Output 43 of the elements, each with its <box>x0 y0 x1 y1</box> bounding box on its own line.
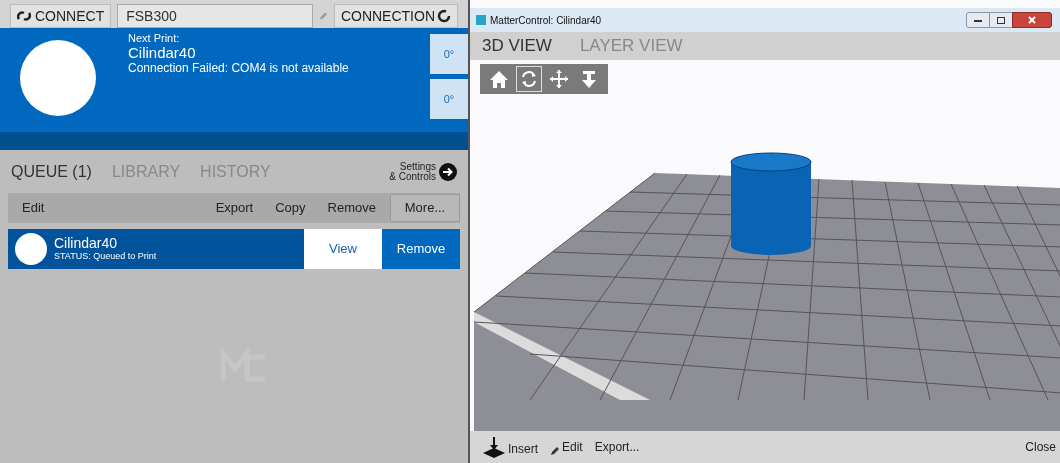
view-tool-button[interactable] <box>516 66 542 92</box>
bottom-bar-button[interactable]: Edit <box>550 438 583 456</box>
pencil-icon <box>550 446 560 456</box>
toolbar-button[interactable]: Copy <box>275 198 306 218</box>
queue-item-row[interactable]: Cilindar40 STATUS: Queued to Print View Remove <box>8 229 460 269</box>
minimize-icon <box>974 18 982 22</box>
bottom-bar-button[interactable]: Insert <box>482 436 538 458</box>
settings-controls-button[interactable]: Settings & Controls <box>389 161 457 182</box>
close-text-button[interactable]: Close <box>1025 438 1056 456</box>
tab[interactable]: QUEUE (1) <box>11 159 92 184</box>
toolbar-button[interactable]: Export <box>215 198 254 218</box>
next-print-label: Next Print: <box>128 32 181 44</box>
close-icon <box>1028 16 1036 24</box>
print-name: Cilindar40 <box>128 44 197 61</box>
item-name: Cilindar40 <box>54 236 119 251</box>
connection-message: Connection Failed: COM4 is not available <box>128 61 349 75</box>
rotate-icon <box>519 69 539 89</box>
move-icon <box>549 69 569 89</box>
item-action-button[interactable]: View <box>304 229 382 269</box>
window-title: MatterControl: Cilindar40 <box>490 13 602 28</box>
printer-field[interactable]: FSB300 <box>117 4 314 28</box>
link-icon <box>17 10 31 22</box>
temperature-readout: 0° <box>430 79 468 119</box>
item-status: STATUS: Queued to Print <box>54 251 157 262</box>
home-icon <box>489 69 509 89</box>
close-button[interactable] <box>1012 12 1052 28</box>
tab[interactable]: 3D VIEW <box>482 33 552 59</box>
arrow-down-icon <box>579 69 599 89</box>
temperature-readout: 0° <box>430 34 468 74</box>
connect-button[interactable]: CONNECT <box>10 4 112 28</box>
app-icon <box>476 15 486 25</box>
minimize-button[interactable] <box>966 12 990 28</box>
bottom-bar-button[interactable]: Export... <box>594 438 640 456</box>
arrow-right-icon <box>439 162 457 181</box>
more-button[interactable]: More... <box>390 194 460 222</box>
item-action-button[interactable]: Remove <box>382 229 460 269</box>
maximize-button[interactable] <box>990 12 1012 28</box>
toolbar-button[interactable]: Remove <box>327 198 376 218</box>
maximize-icon <box>997 16 1005 24</box>
refresh-icon <box>437 9 451 23</box>
edit-button[interactable]: Edit <box>22 198 45 218</box>
insert-icon <box>482 436 506 458</box>
connection-button[interactable]: CONNECTION <box>333 4 458 28</box>
